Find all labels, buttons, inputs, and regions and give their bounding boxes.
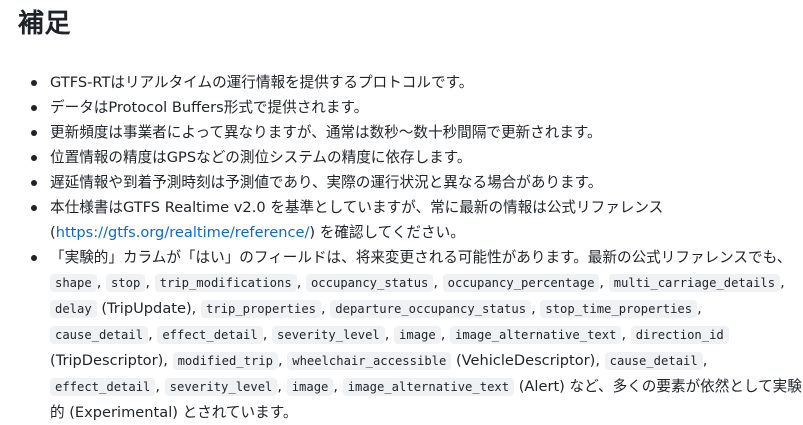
field-code: image [286, 378, 334, 396]
field-code: cause_detail [50, 326, 149, 344]
field-code: delay [50, 300, 97, 318]
list-item: GTFS-RTはリアルタイムの運行情報を提供するプロトコルです。 [18, 70, 803, 95]
alert-label: (Alert) [518, 378, 565, 395]
reference-link[interactable]: https://gtfs.org/realtime/reference/ [56, 224, 310, 241]
field-code: stop [105, 274, 146, 292]
trip-descriptor-label: (TripDescriptor), [50, 352, 168, 369]
field-code: modified_trip [172, 352, 278, 370]
field-code: image_alternative_text [450, 326, 622, 344]
spec-note-trailing-text: ) を確認してください。 [309, 224, 465, 241]
field-code: wheelchair_accessible [287, 352, 452, 370]
notes-list: GTFS-RTはリアルタイムの運行情報を提供するプロトコルです。 データはPro… [18, 70, 803, 425]
field-code: occupancy_status [305, 274, 434, 292]
field-code: multi_carriage_details [608, 274, 781, 292]
list-item: データはProtocol Buffers形式で提供されます。 [18, 95, 803, 120]
field-code: direction_id [630, 326, 729, 344]
field-code: effect_detail [157, 326, 263, 344]
field-code: occupancy_percentage [442, 274, 600, 292]
field-code: trip_modifications [154, 274, 297, 292]
field-code: severity_level [164, 378, 278, 396]
field-code: trip_properties [200, 300, 321, 318]
field-code: image [394, 326, 441, 344]
field-code: effect_detail [50, 378, 156, 396]
spec-note-text: 本仕様書はGTFS Realtime v2.0 を基準としていますが、常に最新の… [50, 199, 664, 216]
field-code: departure_occupancy_status [330, 300, 532, 318]
experimental-intro: 「実験的」カラムが「はい」のフィールドは、将来変更される可能性があります。最新の… [50, 249, 792, 266]
field-code: severity_level [272, 326, 385, 344]
list-item: 更新頻度は事業者によって異なりますが、通常は数秒〜数十秒間隔で更新されます。 [18, 120, 803, 145]
list-item: 位置情報の精度はGPSなどの測位システムの精度に依存します。 [18, 145, 803, 170]
field-code: image_alternative_text [342, 378, 515, 396]
vehicle-descriptor-label: (VehicleDescriptor), [455, 352, 601, 369]
page: 補足 GTFS-RTはリアルタイムの運行情報を提供するプロトコルです。 データは… [0, 0, 803, 421]
field-code: cause_detail [604, 352, 703, 370]
trip-update-label: (TripUpdate), [101, 300, 197, 317]
field-code: stop_time_properties [540, 300, 698, 318]
list-item: 遅延情報や到着予測時刻は予測値であり、実際の運行状況と異なる場合があります。 [18, 170, 803, 195]
list-item-experimental-note: 「実験的」カラムが「はい」のフィールドは、将来変更される可能性があります。最新の… [18, 245, 803, 425]
section-title: 補足 [18, 9, 72, 39]
list-item-spec-note: 本仕様書はGTFS Realtime v2.0 を基準としていますが、常に最新の… [18, 195, 803, 245]
field-code: shape [50, 274, 97, 292]
